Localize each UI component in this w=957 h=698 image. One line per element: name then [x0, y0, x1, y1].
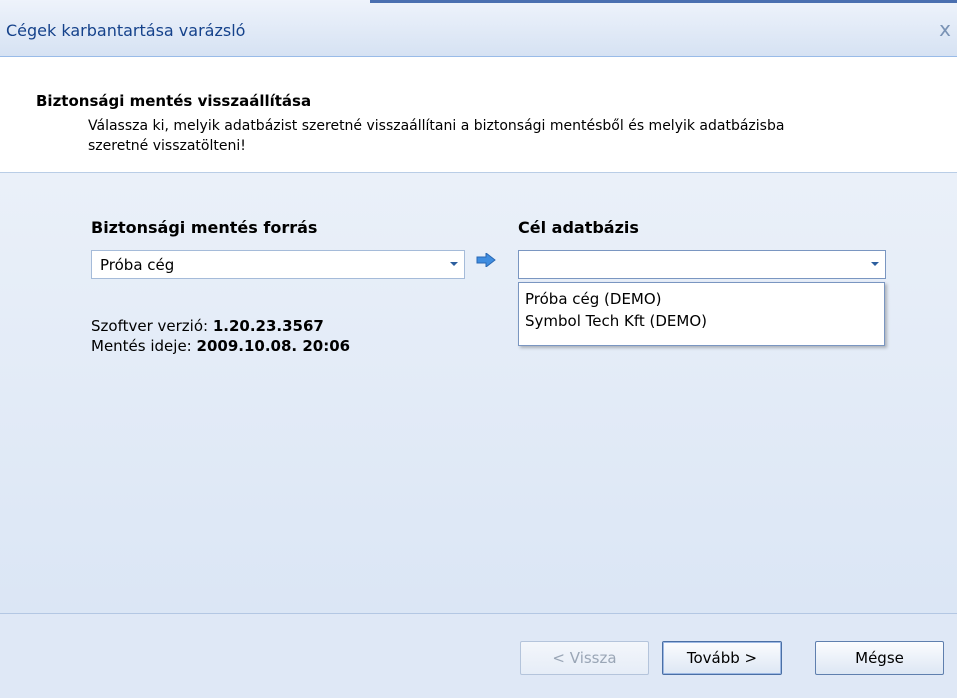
backup-time-value: 2009.10.08. 20:06 — [196, 337, 351, 355]
target-dropdown-list: Próba cég (DEMO) Symbol Tech Kft (DEMO) — [518, 282, 885, 346]
chevron-down-icon[interactable] — [871, 262, 879, 266]
next-button[interactable]: Tovább > — [662, 641, 782, 675]
dropdown-option[interactable]: Próba cég (DEMO) — [519, 288, 884, 310]
chevron-down-icon[interactable] — [450, 262, 458, 266]
page-title: Biztonsági mentés visszaállítása — [36, 92, 312, 110]
window-title: Cégek karbantartása varázsló — [6, 21, 246, 40]
software-version-value: 1.20.23.3567 — [212, 317, 324, 335]
close-icon[interactable]: x — [939, 17, 951, 41]
backup-time-label: Mentés ideje: — [91, 337, 197, 355]
title-bar: Cégek karbantartása varázsló x — [0, 0, 957, 57]
source-label: Biztonsági mentés forrás — [91, 218, 318, 237]
wizard-footer: < Vissza Tovább > Mégse — [0, 613, 957, 698]
software-version-label: Szoftver verzió: — [91, 317, 213, 335]
dropdown-option[interactable]: Symbol Tech Kft (DEMO) — [519, 310, 884, 332]
cancel-button[interactable]: Mégse — [815, 641, 944, 675]
wizard-content: Biztonsági mentés forrás Próba cég Cél a… — [0, 173, 957, 613]
back-button[interactable]: < Vissza — [520, 641, 649, 675]
backup-time: Mentés ideje: 2009.10.08. 20:06 — [91, 337, 350, 355]
target-select[interactable] — [518, 250, 886, 279]
arrow-right-icon — [476, 253, 496, 267]
page-description: Válassza ki, melyik adatbázist szeretné … — [88, 118, 785, 154]
source-select[interactable]: Próba cég — [91, 250, 465, 279]
source-select-value: Próba cég — [100, 256, 175, 274]
wizard-header: Biztonsági mentés visszaállítása Válassz… — [0, 57, 957, 173]
software-version: Szoftver verzió: 1.20.23.3567 — [91, 317, 324, 335]
target-label: Cél adatbázis — [518, 218, 639, 237]
title-bar-accent — [370, 0, 957, 3]
